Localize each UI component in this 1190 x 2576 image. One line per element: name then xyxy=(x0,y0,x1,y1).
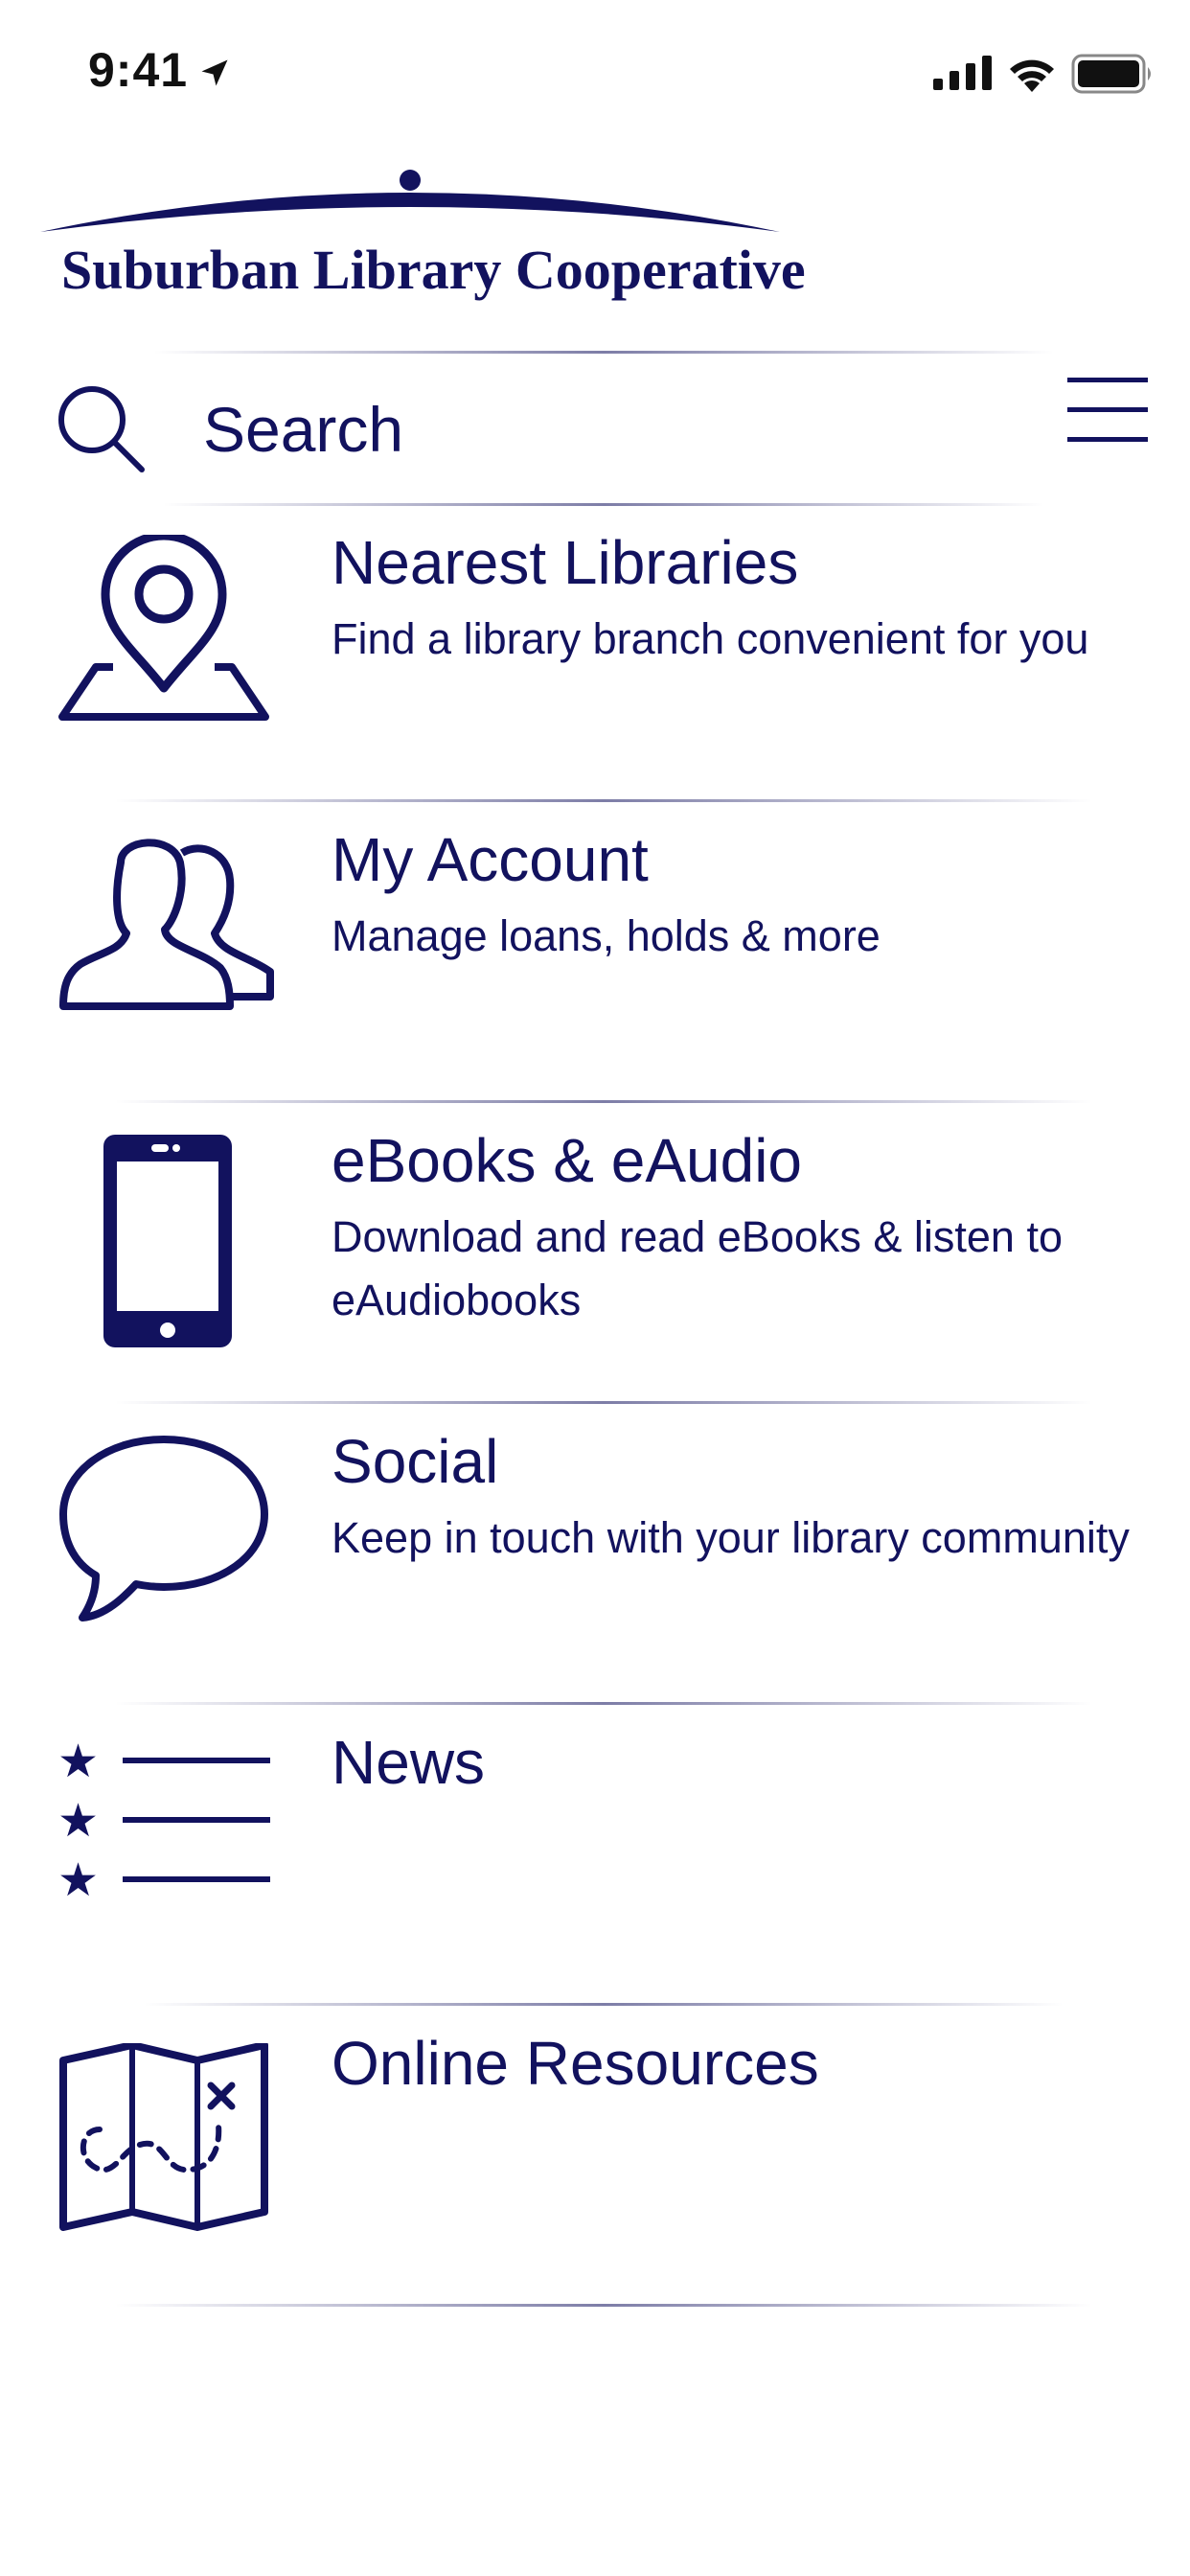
item-title: eBooks & eAudio xyxy=(332,1126,802,1195)
menu-item-ebooks-eaudio[interactable]: eBooks & eAudio Download and read eBooks… xyxy=(0,1106,1190,1407)
hamburger-menu-icon[interactable] xyxy=(1067,378,1148,443)
item-title: My Account xyxy=(332,825,649,894)
divider xyxy=(163,503,1044,506)
menu-item-my-account[interactable]: My Account Manage loans, holds & more xyxy=(0,805,1190,1106)
svg-text:★: ★ xyxy=(57,1794,99,1848)
signal-icon xyxy=(933,56,992,90)
status-bar: 9:41 xyxy=(0,0,1190,144)
speech-bubble-icon xyxy=(59,1436,268,1622)
star-list-icon: ★ ★ ★ xyxy=(57,1736,270,1899)
users-icon xyxy=(59,839,274,1010)
search-input[interactable] xyxy=(203,383,970,475)
item-title: Online Resources xyxy=(332,2029,819,2098)
divider xyxy=(115,1401,1092,1404)
menu-item-online-resources[interactable]: Online Resources xyxy=(0,2009,1190,2310)
menu-item-news[interactable]: ★ ★ ★ News xyxy=(0,1708,1190,2009)
battery-icon xyxy=(1071,54,1151,94)
map-pin-icon xyxy=(58,535,269,721)
treasure-map-icon xyxy=(59,2043,268,2231)
search-icon[interactable] xyxy=(54,381,146,473)
item-subtitle: Manage loans, holds & more xyxy=(332,911,881,960)
item-title: Nearest Libraries xyxy=(332,528,799,597)
divider xyxy=(144,2003,1064,2006)
item-subtitle: Keep in touch with your library communit… xyxy=(332,1513,1130,1562)
divider xyxy=(115,799,1092,802)
phone-icon xyxy=(103,1135,232,1347)
wifi-icon xyxy=(1010,59,1054,92)
item-subtitle: Find a library branch convenient for you xyxy=(332,614,1089,663)
menu-item-nearest-libraries[interactable]: Nearest Libraries Find a library branch … xyxy=(0,508,1190,809)
divider xyxy=(115,2304,1092,2307)
divider xyxy=(115,1702,1092,1705)
item-title: Social xyxy=(332,1427,499,1496)
divider xyxy=(115,1100,1092,1103)
menu-item-social[interactable]: Social Keep in touch with your library c… xyxy=(0,1407,1190,1708)
logo-text: Suburban Library Cooperative xyxy=(61,239,806,301)
status-time: 9:41 xyxy=(88,43,189,97)
item-title: News xyxy=(332,1728,486,1797)
svg-text:★: ★ xyxy=(57,1853,99,1899)
location-arrow-icon xyxy=(201,59,228,86)
divider xyxy=(153,351,1054,354)
item-subtitle: Download and read eBooks & listen to eAu… xyxy=(332,1212,1063,1324)
svg-text:★: ★ xyxy=(57,1736,99,1788)
